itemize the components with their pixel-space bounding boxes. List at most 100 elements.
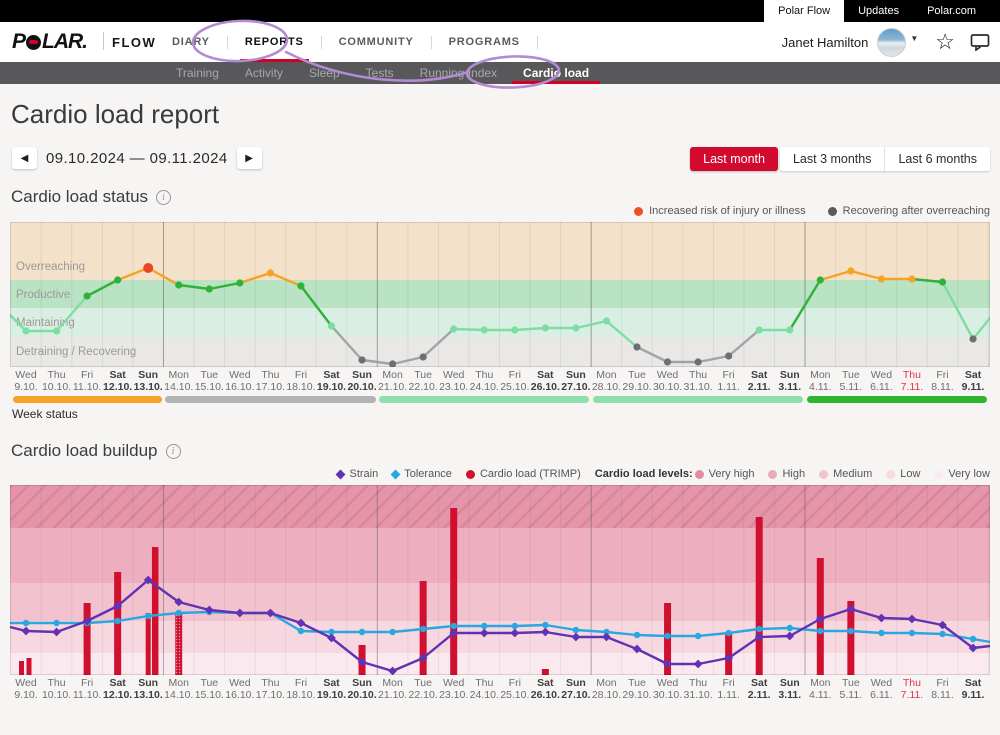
level-dot-icon: [695, 470, 704, 479]
legend-label: Tolerance: [404, 468, 452, 480]
prev-period-button[interactable]: ◀: [12, 147, 37, 169]
axis-day-name: Fri: [926, 677, 960, 689]
axis-day-label: Wed16.10.: [223, 677, 257, 701]
axis-day-label: Wed6.11.: [864, 677, 898, 701]
axis-day-label: Sun20.10.: [345, 369, 379, 393]
axis-day-label: Mon14.10.: [162, 369, 196, 393]
axis-day-date: 8.11.: [926, 689, 960, 701]
axis-day-name: Sat: [742, 677, 776, 689]
diamond-marker-icon: [336, 469, 346, 479]
status-point: [481, 326, 488, 333]
axis-day-label: Thu7.11.: [895, 369, 929, 393]
subnav-item-running-index[interactable]: Running Index: [407, 62, 510, 84]
axis-day-date: 6.11.: [864, 689, 898, 701]
status-point: [756, 326, 763, 333]
subnav-item-sleep[interactable]: Sleep: [296, 62, 353, 84]
status-point: [725, 352, 732, 359]
axis-day-name: Fri: [498, 677, 532, 689]
date-range: 09.10.2024 — 09.11.2024: [46, 150, 228, 167]
axis-day-date: 27.10.: [559, 689, 593, 701]
level-item-very-high: Very high: [695, 468, 755, 480]
legend-item-strain: Strain: [337, 468, 378, 480]
level-dot-icon: [934, 470, 943, 479]
axis-day-label: Fri11.10.: [70, 369, 104, 393]
subnav-item-cardio-load[interactable]: Cardio load: [510, 62, 602, 84]
info-icon[interactable]: i: [156, 190, 171, 205]
axis-day-label: Wed6.11.: [864, 369, 898, 393]
axis-day-label: Thu10.10.: [40, 677, 74, 701]
axis-day-date: 26.10.: [528, 381, 562, 393]
nav-item-reports[interactable]: REPORTS: [228, 22, 321, 62]
next-period-button[interactable]: ▶: [237, 147, 262, 169]
range-button-last-3-months[interactable]: Last 3 months: [780, 147, 885, 171]
axis-day-name: Fri: [712, 677, 746, 689]
legend-item-increased-risk-of-injury-or-illness: Increased risk of injury or illness: [634, 205, 806, 217]
nav-item-community[interactable]: COMMUNITY: [322, 22, 431, 62]
flow-label[interactable]: FLOW: [112, 35, 156, 50]
feedback-chat-icon[interactable]: [970, 33, 990, 51]
legend-item-recovering-after-overreaching: Recovering after overreaching: [828, 205, 990, 217]
week-status-pill-recovering: [165, 396, 375, 403]
axis-day-name: Fri: [284, 677, 318, 689]
status-point: [22, 327, 29, 334]
report-subnav: TrainingActivitySleepTestsRunning IndexC…: [0, 62, 1000, 84]
tolerance-point: [23, 620, 29, 626]
level-item-medium: Medium: [819, 468, 872, 480]
chevron-down-icon[interactable]: ▼: [910, 34, 918, 43]
status-point: [786, 326, 793, 333]
axis-day-name: Sat: [101, 677, 135, 689]
axis-day-label: Sun13.10.: [131, 677, 165, 701]
axis-day-date: 11.10.: [70, 689, 104, 701]
level-item-low: Low: [886, 468, 920, 480]
tolerance-point: [359, 629, 365, 635]
level-dot-icon: [768, 470, 777, 479]
axis-day-name: Fri: [712, 369, 746, 381]
range-button-last-month[interactable]: Last month: [690, 147, 778, 171]
status-point: [267, 269, 274, 276]
axis-day-label: Mon21.10.: [376, 677, 410, 701]
level-label: Very high: [709, 468, 755, 480]
axis-day-label: Fri8.11.: [926, 369, 960, 393]
status-point: [817, 276, 824, 283]
axis-day-date: 5.11.: [834, 689, 868, 701]
user-name[interactable]: Janet Hamilton: [782, 35, 869, 50]
axis-day-name: Thu: [467, 677, 501, 689]
subnav-item-tests[interactable]: Tests: [353, 62, 407, 84]
zone-label: Detraining / Recovering: [16, 346, 136, 358]
week-status-pill-maintaining: [593, 396, 803, 403]
axis-day-name: Sun: [345, 677, 379, 689]
range-button-last-6-months[interactable]: Last 6 months: [884, 147, 990, 171]
axis-day-label: Sun20.10.: [345, 677, 379, 701]
axis-day-name: Tue: [192, 677, 226, 689]
favorites-star-icon[interactable]: ☆: [935, 31, 955, 53]
top-tab-updates[interactable]: Updates: [844, 0, 913, 22]
axis-day-name: Fri: [498, 369, 532, 381]
axis-day-label: Fri25.10.: [498, 369, 532, 393]
nav-item-diary[interactable]: DIARY: [155, 22, 227, 62]
axis-day-name: Sun: [559, 369, 593, 381]
level-dot-icon: [886, 470, 895, 479]
tolerance-point: [878, 630, 884, 636]
subnav-item-activity[interactable]: Activity: [232, 62, 296, 84]
top-tab-polar-com[interactable]: Polar.com: [913, 0, 990, 22]
cardio-load-buildup-chart: [10, 485, 990, 675]
legend-item-tolerance: Tolerance: [392, 468, 452, 480]
legend-dot-icon: [634, 207, 643, 216]
status-legend: Increased risk of injury or illness Recov…: [634, 205, 990, 217]
axis-day-label: Mon21.10.: [376, 369, 410, 393]
status-point: [572, 324, 579, 331]
axis-day-label: Sun27.10.: [559, 677, 593, 701]
avatar[interactable]: [877, 28, 906, 57]
week-status-bar: [10, 396, 990, 403]
nav-item-programs[interactable]: PROGRAMS: [432, 22, 537, 62]
status-point: [878, 275, 885, 282]
top-tab-polar-flow[interactable]: Polar Flow: [764, 0, 844, 22]
tolerance-point: [848, 628, 854, 634]
subnav-item-training[interactable]: Training: [163, 62, 232, 84]
level-label: Medium: [833, 468, 872, 480]
polar-logo[interactable]: P LAR.: [12, 30, 87, 54]
axis-day-name: Wed: [9, 677, 43, 689]
axis-day-name: Sat: [315, 369, 349, 381]
info-icon[interactable]: i: [166, 444, 181, 459]
axis-day-label: Mon28.10.: [589, 369, 623, 393]
